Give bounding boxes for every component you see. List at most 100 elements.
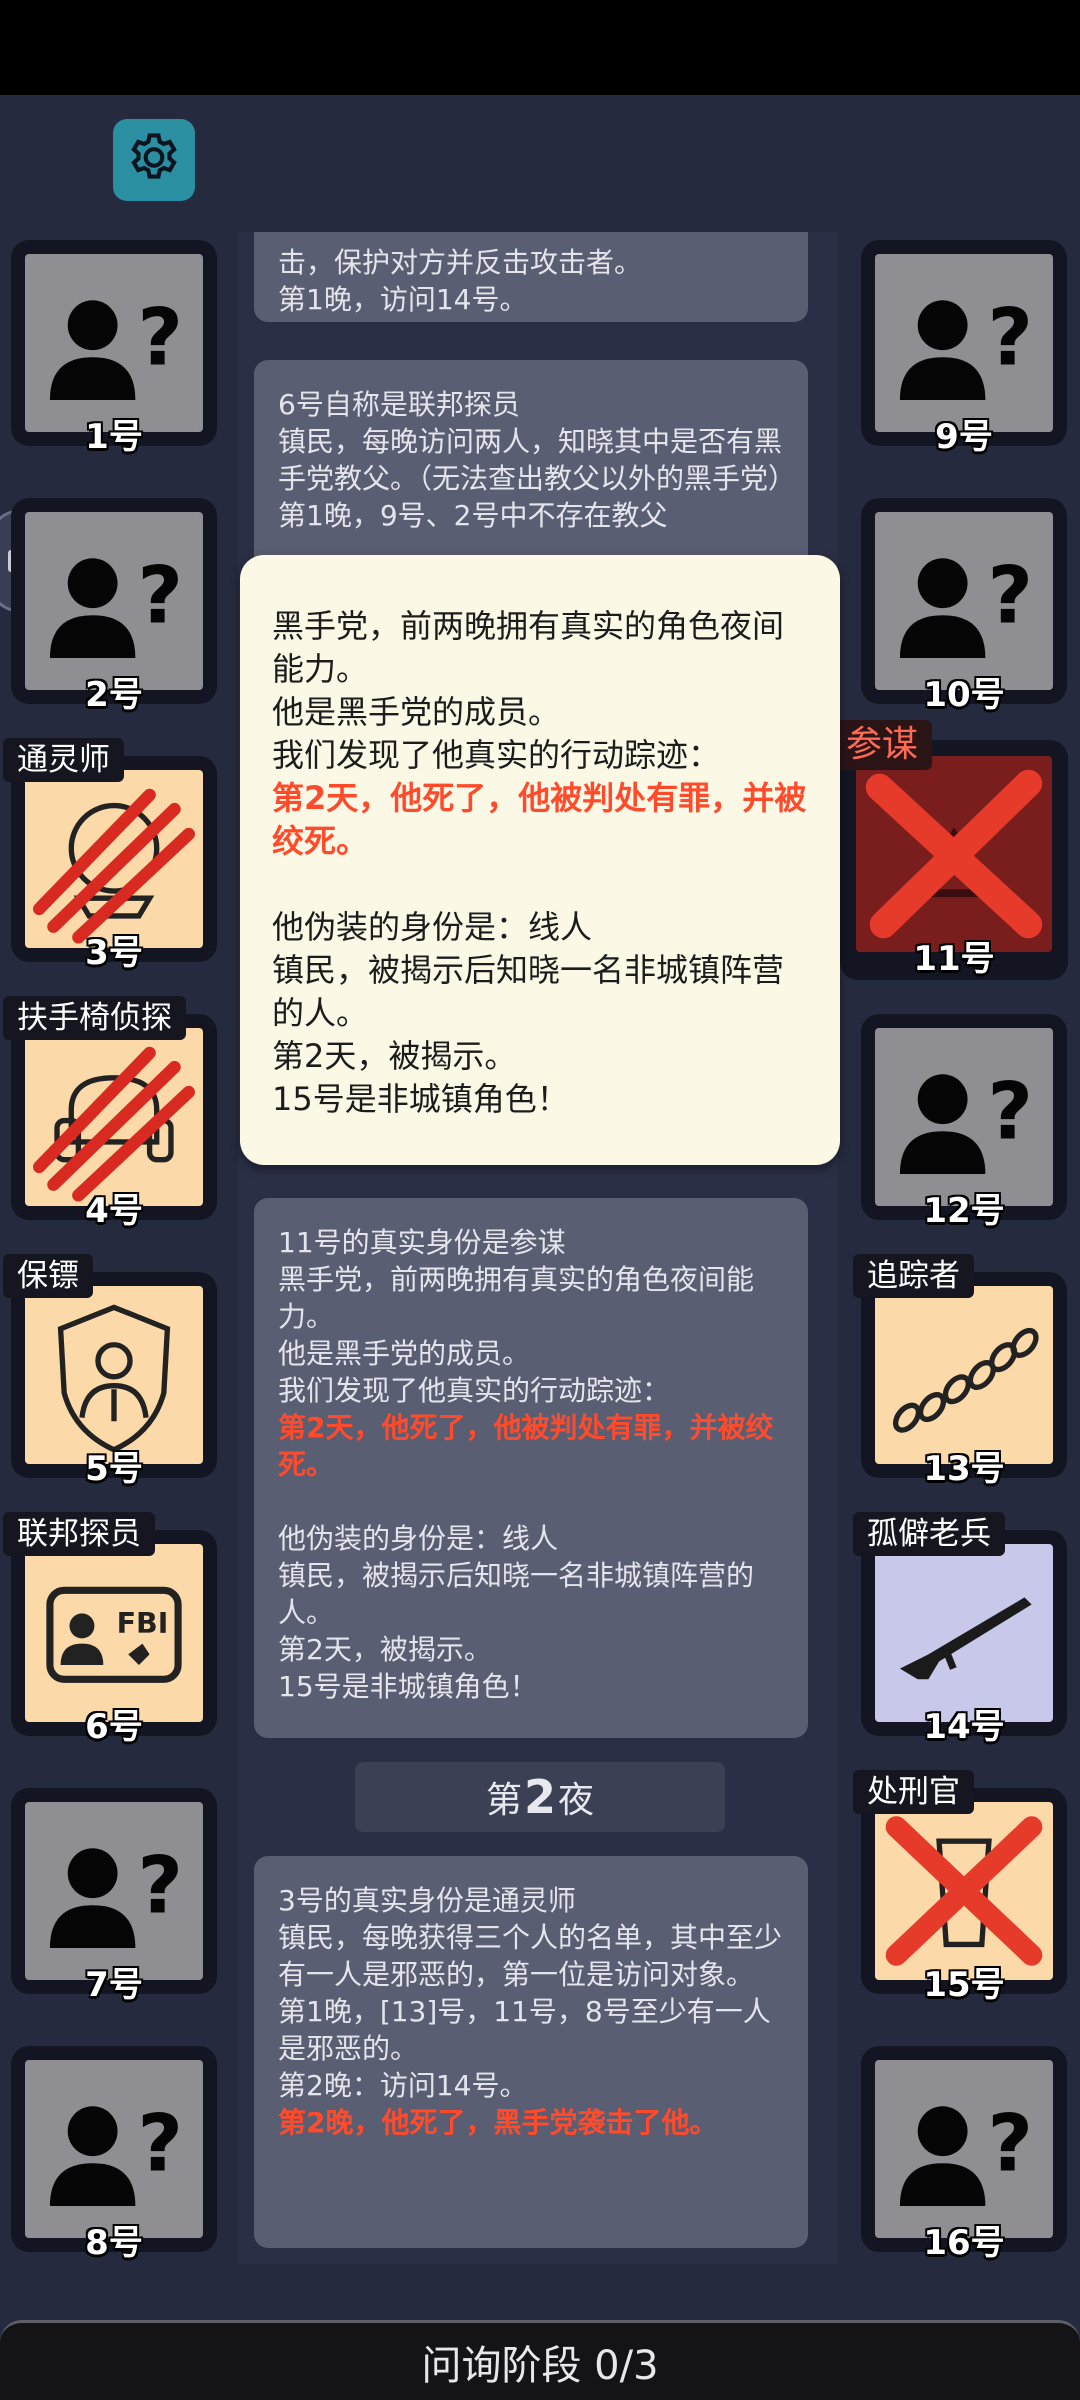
log-line: 他伪装的身份是：线人 [278, 1522, 559, 1555]
player-number: 10号 [923, 675, 1005, 715]
night-number: 2 [523, 1770, 556, 1824]
player-number: 2号 [85, 675, 143, 715]
player-number: 1号 [85, 417, 143, 457]
player-slot-8[interactable]: ? 8号 [11, 2046, 217, 2263]
rifle-icon [899, 1597, 1032, 1680]
bodyguard-shield-icon [57, 1304, 171, 1453]
svg-text:?: ? [138, 1840, 183, 1931]
crystal-ball-icon [33, 788, 195, 944]
night-header: 第2夜 [355, 1762, 725, 1832]
log-line: 镇民，每晚访问两人，知晓其中是否有黑手党教父。（无法查出教父以外的黑手党） [278, 425, 797, 495]
role-tag: 孤僻老兵 [853, 1512, 1005, 1556]
log-line: 第1晚，访问14号。 [278, 283, 528, 316]
role-detail-popup[interactable]: 黑手党，前两晚拥有真实的角色夜间能力。 他是黑手党的成员。 我们发现了他真实的行… [240, 555, 840, 1165]
player-slot-2[interactable]: ? 2号 [11, 498, 217, 715]
unknown-player-icon: ? [899, 2098, 1033, 2206]
role-tag: 保镖 [3, 1254, 93, 1298]
log-line: 我们发现了他真实的行动踪迹： [278, 1374, 671, 1407]
strategist-icon [865, 769, 1043, 939]
unknown-player-icon: ? [899, 1066, 1033, 1174]
log-line: 黑手党，前两晚拥有真实的角色夜间能力。 [278, 1263, 755, 1333]
unknown-player-icon: ? [49, 292, 183, 400]
popup-line-highlight: 第2天，他死了，他被判处有罪，并被绞死。 [272, 779, 807, 860]
player-slot-6[interactable]: FBI 联邦探员 6号 [3, 1512, 217, 1747]
game-log-panel[interactable]: 击，保护对方并反击攻击者。 第1晚，访问14号。 6号自称是联邦探员 镇民，每晚… [238, 232, 838, 2264]
log-line: 镇民，被揭示后知晓一名非城镇阵营的人。 [278, 1559, 755, 1629]
player-slot-10[interactable]: ? 10号 [861, 498, 1067, 715]
fbi-badge-icon: FBI [46, 1586, 182, 1683]
log-line: 6号自称是联邦探员 [278, 388, 520, 421]
player-number: 5号 [85, 1449, 143, 1489]
log-line: 击，保护对方并反击攻击者。 [278, 246, 643, 279]
player-number: 7号 [85, 1965, 143, 2005]
svg-text:?: ? [988, 1066, 1033, 1157]
player-slot-15[interactable]: 处刑官 15号 [853, 1770, 1067, 2005]
player-slot-5[interactable]: 保镖 5号 [3, 1254, 217, 1489]
armchair-icon [33, 1046, 195, 1202]
log-card: 3号的真实身份是通灵师 镇民，每晚获得三个人的名单，其中至少有一人是邪恶的，第一… [254, 1856, 808, 2248]
player-slot-16[interactable]: ? 16号 [861, 2046, 1067, 2263]
phase-label: 问询阶段 0/3 [421, 2342, 659, 2389]
log-line: 11号的真实身份是参谋 [278, 1226, 566, 1259]
player-number: 12号 [923, 1191, 1005, 1231]
popup-line: 他是黑手党的成员。 [272, 693, 561, 731]
unknown-player-icon: ? [49, 2098, 183, 2206]
popup-line: 黑手党，前两晚拥有真实的角色夜间能力。 [272, 607, 785, 688]
popup-line: 镇民，被揭示后知晓一名非城镇阵营的人。 [272, 951, 785, 1032]
svg-text:?: ? [138, 2098, 183, 2189]
log-line-highlight: 第2天，他死了，他被判处有罪，并被绞死。 [278, 1411, 774, 1481]
log-line: 第1晚，[13]号，11号，8号至少有一人是邪恶的。 [278, 1995, 771, 2065]
svg-text:?: ? [988, 292, 1033, 383]
player-slot-11[interactable]: 参谋 11号 [832, 720, 1068, 980]
player-slot-3[interactable]: 通灵师 3号 [3, 738, 217, 973]
player-slot-7[interactable]: ? 7号 [11, 1788, 217, 2005]
footprints-icon [892, 1327, 1039, 1433]
unknown-player-icon: ? [49, 550, 183, 658]
scroll-icon [885, 1816, 1043, 1966]
player-slot-12[interactable]: ? 12号 [861, 1014, 1067, 1231]
log-card: 击，保护对方并反击攻击者。 第1晚，访问14号。 [254, 232, 808, 322]
role-tag: 参谋 [832, 720, 933, 770]
player-number: 8号 [85, 2223, 143, 2263]
popup-line: 第2天，被揭示。 [272, 1037, 517, 1075]
unknown-player-icon: ? [899, 550, 1033, 658]
role-tag: 处刑官 [853, 1770, 974, 1814]
log-card: 11号的真实身份是参谋 黑手党，前两晚拥有真实的角色夜间能力。 他是黑手党的成员… [254, 1198, 808, 1738]
log-line: 第2天，被揭示。 [278, 1633, 492, 1666]
player-slot-4[interactable]: 扶手椅侦探 4号 [3, 996, 217, 1231]
popup-line: 我们发现了他真实的行动踪迹： [272, 736, 721, 774]
svg-text:?: ? [138, 550, 183, 641]
phase-bar[interactable]: 问询阶段 0/3 [0, 2320, 1080, 2400]
player-slot-14[interactable]: 孤僻老兵 14号 [853, 1512, 1067, 1747]
unknown-player-icon: ? [899, 292, 1033, 400]
popup-line: 15号是非城镇角色！ [272, 1080, 569, 1118]
svg-text:?: ? [988, 2098, 1033, 2189]
log-line: 第1晚，9号、2号中不存在教父 [278, 499, 668, 532]
status-bar [0, 0, 1080, 95]
player-number: 14号 [923, 1707, 1005, 1747]
role-tag: 通灵师 [3, 738, 124, 782]
player-number: 16号 [923, 2223, 1005, 2263]
gear-icon [131, 133, 177, 179]
settings-button[interactable] [113, 119, 195, 201]
role-tag: 联邦探员 [3, 1512, 155, 1556]
player-number: 11号 [913, 939, 995, 979]
log-line-highlight: 第2晚，他死了，黑手党袭击了他。 [278, 2106, 718, 2139]
player-number: 6号 [85, 1707, 143, 1747]
log-line: 第2晚：访问14号。 [278, 2069, 528, 2102]
player-slot-13[interactable]: 追踪者 13号 [853, 1254, 1067, 1489]
player-slot-9[interactable]: ? 9号 [861, 240, 1067, 457]
popup-line [272, 863, 808, 906]
night-suffix: 夜 [558, 1780, 595, 1821]
svg-text:?: ? [138, 292, 183, 383]
player-number: 13号 [923, 1449, 1005, 1489]
player-number: 15号 [923, 1965, 1005, 2005]
popup-line: 他伪装的身份是：线人 [272, 908, 593, 946]
player-number: 3号 [85, 933, 143, 973]
log-line: 镇民，每晚获得三个人的名单，其中至少有一人是邪恶的，第一位是访问对象。 [278, 1921, 783, 1991]
log-line: 15号是非城镇角色！ [278, 1670, 538, 1703]
player-slot-1[interactable]: ? 1号 [11, 240, 217, 457]
svg-text:FBI: FBI [117, 1607, 169, 1640]
player-number: 4号 [85, 1191, 143, 1231]
